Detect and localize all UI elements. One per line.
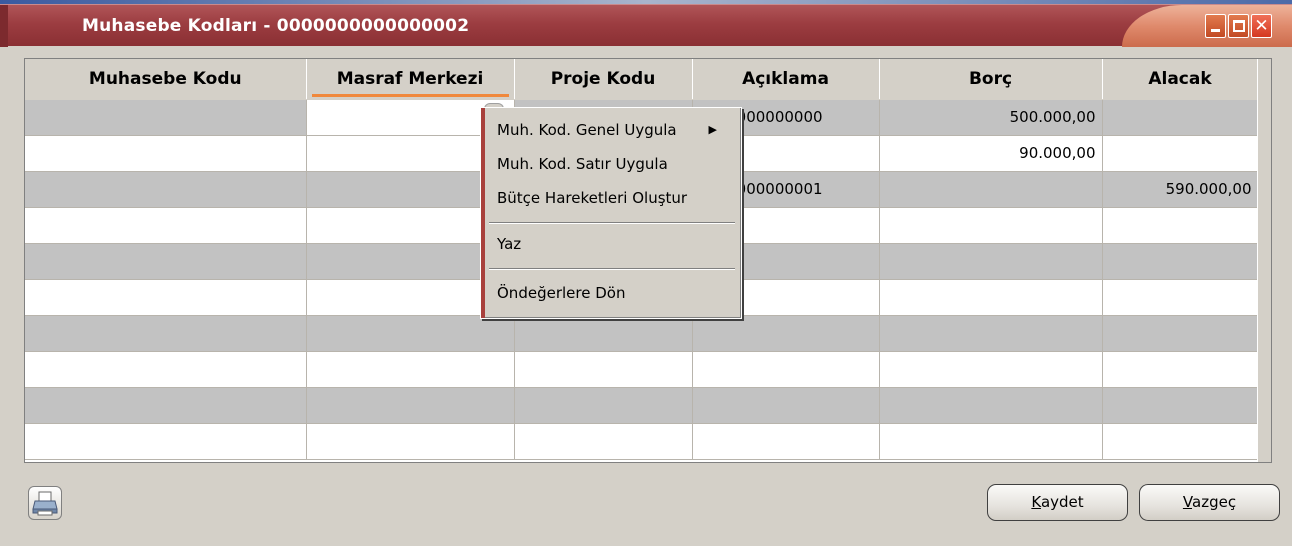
close-icon: ✕	[1254, 16, 1269, 36]
menu-separator	[489, 268, 735, 270]
menu-item-label: Yaz	[497, 235, 522, 253]
grid-cell[interactable]	[879, 243, 1103, 280]
submenu-arrow-icon: ▶	[708, 123, 717, 136]
title-bar[interactable]: Muhasebe Kodları - 0000000000000002 ✕	[0, 4, 1292, 47]
grid-cell[interactable]	[1102, 279, 1259, 316]
grid-cell[interactable]	[879, 315, 1103, 352]
minimize-icon	[1211, 29, 1220, 32]
grid-cell[interactable]	[879, 171, 1103, 208]
column-header-label: Açıklama	[742, 68, 829, 89]
grid-cell[interactable]	[25, 243, 307, 280]
grid-cell[interactable]	[514, 387, 693, 424]
grid-cell[interactable]	[879, 387, 1103, 424]
cancel-button[interactable]: Vazgeç	[1139, 484, 1280, 521]
grid-cell[interactable]	[25, 387, 307, 424]
menu-item-label: Öndeğerlere Dön	[497, 284, 626, 302]
table-row[interactable]	[25, 423, 1259, 460]
grid-cell[interactable]	[1102, 135, 1259, 172]
grid-cell[interactable]	[1102, 423, 1259, 460]
cancel-label: azgeç	[1192, 493, 1237, 511]
grid-cell[interactable]	[306, 423, 515, 460]
column-header[interactable]: Borç	[879, 59, 1103, 100]
grid-cell[interactable]	[25, 315, 307, 352]
menu-separator	[489, 222, 735, 224]
cancel-mnemonic: V	[1182, 493, 1193, 511]
menu-item-print[interactable]: Yaz	[485, 229, 737, 259]
save-label: aydet	[1040, 493, 1084, 511]
grid-cell[interactable]: 590.000,00	[1102, 171, 1259, 208]
grid-cell[interactable]	[692, 387, 880, 424]
column-header-label: Muhasebe Kodu	[88, 68, 242, 89]
grid-cell[interactable]	[25, 207, 307, 244]
menu-item-label: Muh. Kod. Genel Uygula	[497, 121, 677, 139]
column-header[interactable]: Alacak	[1102, 59, 1259, 100]
column-header-label: Borç	[968, 68, 1013, 89]
grid-cell[interactable]	[1102, 351, 1259, 388]
grid-cell[interactable]	[1102, 207, 1259, 244]
grid-cell[interactable]: 500.000,00	[879, 99, 1103, 136]
column-header[interactable]: Masraf Merkezi	[306, 59, 515, 100]
save-button[interactable]: Kaydet	[987, 484, 1128, 521]
column-header[interactable]: Muhasebe Kodu	[25, 59, 307, 100]
table-row[interactable]	[25, 387, 1259, 424]
menu-item-budget-movements[interactable]: Bütçe Hareketleri Oluştur	[485, 183, 737, 213]
table-row[interactable]	[25, 315, 1259, 352]
column-header[interactable]: Açıklama	[692, 59, 880, 100]
menu-item-general-apply[interactable]: Muh. Kod. Genel Uygula ▶	[485, 115, 737, 145]
column-header-label: Alacak	[1148, 68, 1212, 89]
grid-cell[interactable]	[692, 423, 880, 460]
menu-item-label: Bütçe Hareketleri Oluştur	[497, 189, 688, 207]
grid-cell[interactable]	[1102, 315, 1259, 352]
grid-cell[interactable]	[879, 351, 1103, 388]
grid-cell[interactable]	[692, 351, 880, 388]
grid-cell[interactable]	[1102, 387, 1259, 424]
close-button[interactable]: ✕	[1251, 14, 1272, 38]
minimize-button[interactable]	[1205, 14, 1226, 38]
grid-cell[interactable]: 90.000,00	[879, 135, 1103, 172]
grid-cell[interactable]	[879, 207, 1103, 244]
grid-cell[interactable]	[25, 99, 307, 136]
maximize-icon	[1233, 20, 1245, 32]
menu-item-label: Muh. Kod. Satır Uygula	[497, 155, 668, 173]
grid-cell[interactable]	[879, 423, 1103, 460]
vertical-scrollbar[interactable]	[1257, 59, 1271, 462]
grid-cell[interactable]	[25, 351, 307, 388]
grid-cell[interactable]	[879, 279, 1103, 316]
title-bar-edge	[0, 5, 8, 47]
grid-cell[interactable]	[25, 135, 307, 172]
sort-indicator	[311, 93, 509, 97]
column-header-label: Masraf Merkezi	[336, 68, 484, 89]
grid-cell[interactable]	[514, 351, 693, 388]
save-mnemonic: K	[1031, 493, 1041, 511]
grid-cell[interactable]	[25, 171, 307, 208]
table-row[interactable]	[25, 351, 1259, 388]
menu-item-row-apply[interactable]: Muh. Kod. Satır Uygula	[485, 149, 737, 179]
window-title: Muhasebe Kodları - 0000000000000002	[82, 16, 470, 36]
print-button[interactable]	[28, 486, 62, 520]
grid-cell[interactable]	[306, 387, 515, 424]
grid-cell[interactable]	[306, 315, 515, 352]
grid-cell[interactable]	[692, 315, 880, 352]
grid-cell[interactable]	[306, 351, 515, 388]
menu-item-restore-defaults[interactable]: Öndeğerlere Dön	[485, 278, 737, 308]
column-header-label: Proje Kodu	[550, 68, 656, 89]
header-row: Muhasebe Kodu Masraf Merkezi Proje Kodu …	[25, 59, 1259, 100]
context-menu: Muh. Kod. Genel Uygula ▶ Muh. Kod. Satır…	[480, 107, 742, 319]
grid-cell[interactable]	[25, 279, 307, 316]
maximize-button[interactable]	[1228, 14, 1249, 38]
grid-cell[interactable]	[25, 423, 307, 460]
grid-cell[interactable]	[1102, 243, 1259, 280]
column-header[interactable]: Proje Kodu	[514, 59, 693, 100]
grid-cell[interactable]	[1102, 99, 1259, 136]
grid-cell[interactable]	[514, 315, 693, 352]
printer-icon	[32, 491, 58, 516]
grid-cell[interactable]	[514, 423, 693, 460]
